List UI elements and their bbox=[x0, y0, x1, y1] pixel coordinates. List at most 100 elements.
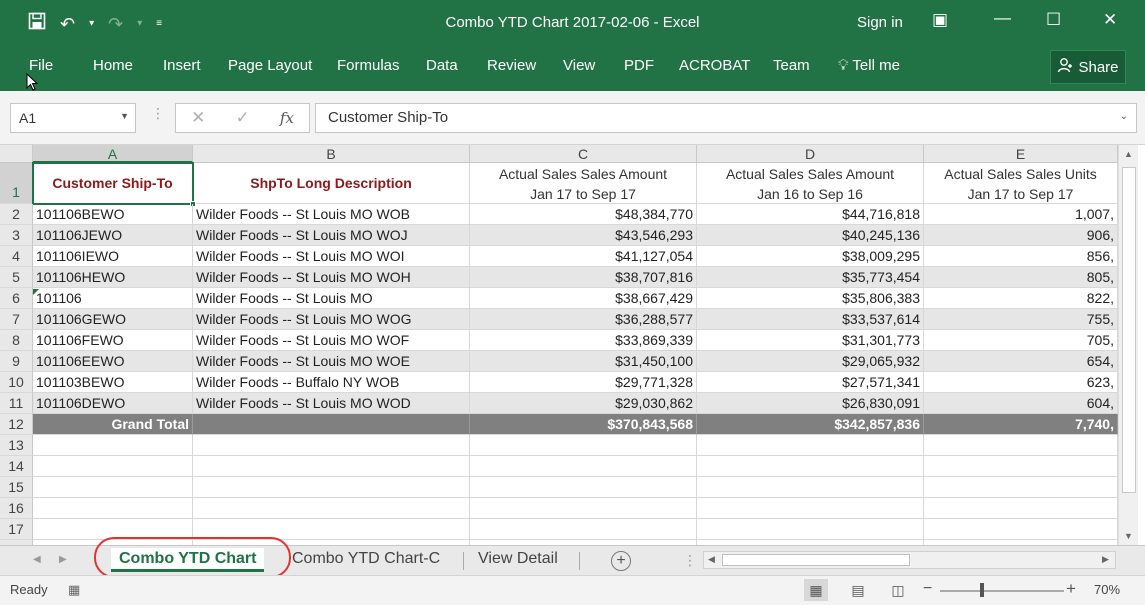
scroll-down-icon[interactable]: ▼ bbox=[1124, 531, 1133, 541]
table-cell[interactable]: Wilder Foods -- St Louis MO WOF bbox=[193, 330, 470, 351]
empty-cell[interactable] bbox=[924, 477, 1118, 498]
table-cell[interactable]: 906, bbox=[924, 225, 1118, 246]
select-all-corner[interactable] bbox=[0, 145, 33, 163]
worksheet-grid[interactable]: A B C D E 1 Customer Ship-To ShpTo Long … bbox=[0, 145, 1145, 545]
formula-input[interactable]: Customer Ship-To ⌄ bbox=[315, 103, 1137, 133]
formula-bar-grip-icon[interactable]: ⋮ bbox=[151, 105, 165, 122]
table-cell[interactable]: 604, bbox=[924, 393, 1118, 414]
tab-review[interactable]: Review bbox=[487, 57, 536, 74]
enter-icon[interactable]: ✓ bbox=[235, 108, 249, 128]
table-cell[interactable]: 856, bbox=[924, 246, 1118, 267]
zoom-slider[interactable] bbox=[940, 590, 1064, 592]
table-cell[interactable]: $43,546,293 bbox=[470, 225, 697, 246]
close-icon[interactable]: ✕ bbox=[1103, 10, 1117, 30]
tab-acrobat[interactable]: ACROBAT bbox=[679, 57, 750, 74]
empty-cell[interactable] bbox=[193, 435, 470, 456]
zoom-level[interactable]: 70% bbox=[1094, 582, 1120, 597]
name-box[interactable]: A1 ▼ bbox=[10, 103, 136, 133]
sheet-tab-combo-ytd-chart-c[interactable]: Combo YTD Chart-C bbox=[284, 548, 448, 572]
empty-cell[interactable] bbox=[470, 435, 697, 456]
empty-cell[interactable] bbox=[924, 498, 1118, 519]
maximize-icon[interactable]: ☐ bbox=[1046, 10, 1061, 30]
tab-page-layout[interactable]: Page Layout bbox=[228, 57, 312, 74]
row-header[interactable]: 15 bbox=[0, 477, 33, 498]
row-header[interactable]: 6 bbox=[0, 288, 33, 309]
next-sheet-icon[interactable]: ▶ bbox=[59, 554, 67, 565]
empty-cell[interactable] bbox=[924, 456, 1118, 477]
row-header[interactable]: 3 bbox=[0, 225, 33, 246]
table-cell[interactable]: $31,450,100 bbox=[470, 351, 697, 372]
header-cell-e[interactable]: Actual Sales Sales Units Jan 17 to Sep 1… bbox=[924, 163, 1118, 204]
grand-total-cell[interactable]: Grand Total bbox=[33, 414, 193, 435]
empty-cell[interactable] bbox=[193, 477, 470, 498]
empty-cell[interactable] bbox=[33, 498, 193, 519]
empty-cell[interactable] bbox=[470, 498, 697, 519]
new-sheet-icon[interactable]: + bbox=[611, 551, 631, 571]
sign-in-link[interactable]: Sign in bbox=[857, 14, 903, 31]
row-header[interactable]: 16 bbox=[0, 498, 33, 519]
scroll-up-icon[interactable]: ▲ bbox=[1124, 149, 1133, 159]
empty-cell[interactable] bbox=[924, 519, 1118, 540]
horizontal-scrollbar[interactable]: ◀ ▶ bbox=[703, 551, 1116, 569]
prev-sheet-icon[interactable]: ◀ bbox=[33, 554, 41, 565]
table-cell[interactable]: 101106BEWO bbox=[33, 204, 193, 225]
table-cell[interactable]: $48,384,770 bbox=[470, 204, 697, 225]
empty-cell[interactable] bbox=[193, 498, 470, 519]
table-cell[interactable]: 755, bbox=[924, 309, 1118, 330]
empty-cell[interactable] bbox=[470, 519, 697, 540]
row-header[interactable]: 11 bbox=[0, 393, 33, 414]
empty-cell[interactable] bbox=[33, 477, 193, 498]
empty-cell[interactable] bbox=[697, 435, 924, 456]
table-cell[interactable]: Wilder Foods -- St Louis MO WOG bbox=[193, 309, 470, 330]
row-header[interactable]: 17 bbox=[0, 519, 33, 540]
table-cell[interactable]: $29,065,932 bbox=[697, 351, 924, 372]
table-cell[interactable]: 101106DEWO bbox=[33, 393, 193, 414]
scroll-right-icon[interactable]: ▶ bbox=[1102, 554, 1109, 565]
tab-home[interactable]: Home bbox=[93, 57, 133, 74]
tab-view[interactable]: View bbox=[563, 57, 595, 74]
table-cell[interactable]: $38,707,816 bbox=[470, 267, 697, 288]
horizontal-scroll-thumb[interactable] bbox=[722, 554, 910, 566]
table-cell[interactable]: 101106HEWO bbox=[33, 267, 193, 288]
tab-file[interactable]: File bbox=[29, 57, 53, 74]
table-cell[interactable]: 1,007, bbox=[924, 204, 1118, 225]
vertical-scrollbar[interactable]: ▲ ▼ bbox=[1118, 145, 1138, 545]
table-cell[interactable]: 623, bbox=[924, 372, 1118, 393]
minimize-icon[interactable]: — bbox=[994, 8, 1011, 28]
table-cell[interactable]: 654, bbox=[924, 351, 1118, 372]
header-cell-d[interactable]: Actual Sales Sales Amount Jan 16 to Sep … bbox=[697, 163, 924, 204]
zoom-slider-thumb[interactable] bbox=[980, 583, 984, 597]
grand-total-cell[interactable] bbox=[193, 414, 470, 435]
empty-cell[interactable] bbox=[697, 477, 924, 498]
tab-team[interactable]: Team bbox=[773, 57, 810, 74]
table-cell[interactable]: $35,773,454 bbox=[697, 267, 924, 288]
row-header[interactable]: 8 bbox=[0, 330, 33, 351]
table-cell[interactable]: 805, bbox=[924, 267, 1118, 288]
table-cell[interactable]: $44,716,818 bbox=[697, 204, 924, 225]
column-header-a[interactable]: A bbox=[33, 145, 193, 163]
page-layout-view-icon[interactable]: ▤ bbox=[846, 579, 870, 601]
row-header[interactable]: 9 bbox=[0, 351, 33, 372]
table-cell[interactable]: $29,030,862 bbox=[470, 393, 697, 414]
table-cell[interactable]: 101106IEWO bbox=[33, 246, 193, 267]
column-header-e[interactable]: E bbox=[924, 145, 1118, 163]
row-header[interactable]: 1 bbox=[0, 163, 33, 204]
header-cell-b[interactable]: ShpTo Long Description bbox=[193, 163, 470, 204]
tab-pdf[interactable]: PDF bbox=[624, 57, 654, 74]
tab-formulas[interactable]: Formulas bbox=[337, 57, 400, 74]
empty-cell[interactable] bbox=[470, 456, 697, 477]
table-cell[interactable]: $38,667,429 bbox=[470, 288, 697, 309]
table-cell[interactable]: 822, bbox=[924, 288, 1118, 309]
cancel-icon[interactable]: ✕ bbox=[191, 108, 205, 128]
empty-cell[interactable] bbox=[33, 456, 193, 477]
table-cell[interactable]: 101106EEWO bbox=[33, 351, 193, 372]
row-header[interactable]: 7 bbox=[0, 309, 33, 330]
page-break-preview-icon[interactable]: ◫ bbox=[886, 579, 910, 601]
table-cell[interactable]: $35,806,383 bbox=[697, 288, 924, 309]
table-cell[interactable]: Wilder Foods -- St Louis MO WOJ bbox=[193, 225, 470, 246]
header-cell-c[interactable]: Actual Sales Sales Amount Jan 17 to Sep … bbox=[470, 163, 697, 204]
zoom-in-icon[interactable]: + bbox=[1066, 579, 1076, 599]
tell-me-search[interactable]: 💡︎ Tell me bbox=[838, 57, 900, 74]
table-cell[interactable]: Wilder Foods -- St Louis MO WOD bbox=[193, 393, 470, 414]
empty-cell[interactable] bbox=[697, 456, 924, 477]
